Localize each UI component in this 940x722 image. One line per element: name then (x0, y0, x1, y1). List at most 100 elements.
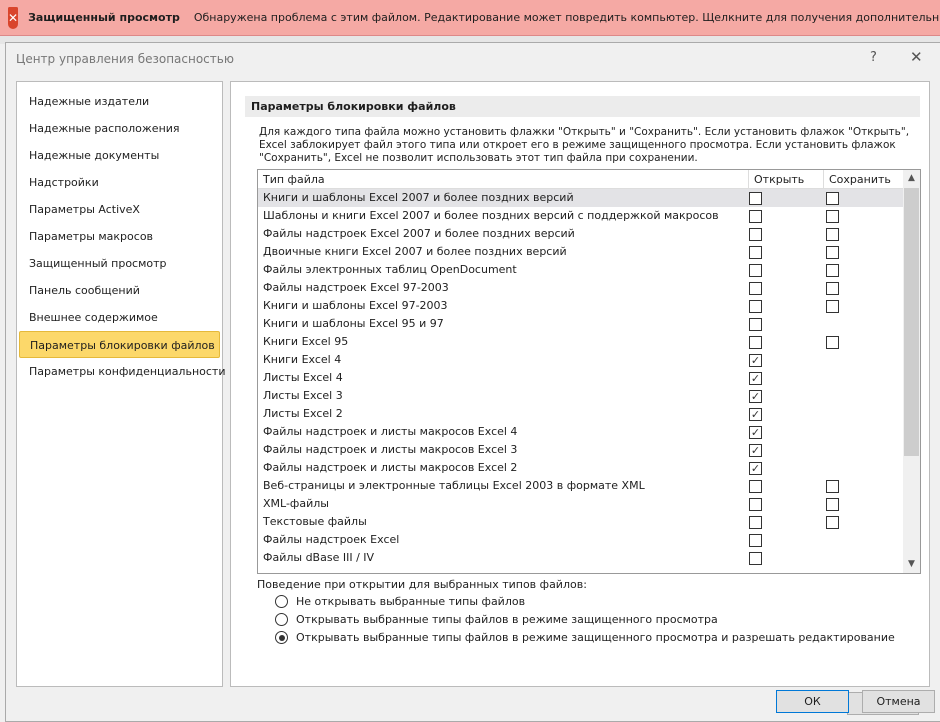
save-checkbox[interactable] (826, 264, 839, 277)
file-type-name: Файлы надстроек и листы макросов Excel 2 (263, 461, 518, 474)
radio-label: Открывать выбранные типы файлов в режиме… (296, 613, 718, 626)
sidebar-item[interactable]: Параметры конфиденциальности (19, 358, 225, 385)
table-header: Тип файла Открыть Сохранить (258, 170, 903, 189)
cancel-button[interactable]: Отмена (862, 690, 935, 713)
protected-view-banner[interactable]: ✕ Защищенный просмотр Обнаружена проблем… (0, 0, 940, 36)
file-block-table: Тип файла Открыть Сохранить Книги и шабл… (257, 169, 921, 574)
table-row[interactable]: Книги и шаблоны Excel 95 и 97 (258, 315, 903, 333)
table-row[interactable]: Листы Excel 4 ✓ (258, 369, 903, 387)
open-checkbox[interactable]: ✓ (749, 390, 762, 403)
sidebar-item[interactable]: Параметры макросов (19, 223, 220, 250)
close-button[interactable]: ✕ (910, 48, 923, 66)
sidebar-nav: Надежные издатели Надежные расположения На… (16, 81, 225, 687)
open-checkbox[interactable] (749, 534, 762, 547)
open-checkbox[interactable] (749, 210, 762, 223)
table-row[interactable]: Книги и шаблоны Excel 2007 и более поздн… (258, 189, 903, 207)
sidebar-item[interactable]: Надежные документы (19, 142, 220, 169)
table-row[interactable]: Файлы надстроек Excel 97-2003 (258, 279, 903, 297)
behavior-radio[interactable]: Не открывать выбранные типы файлов (275, 595, 525, 608)
open-checkbox[interactable] (749, 282, 762, 295)
radio-label: Не открывать выбранные типы файлов (296, 595, 526, 608)
scroll-down-icon[interactable]: ▼ (903, 556, 920, 573)
ok-button[interactable]: ОК (776, 690, 849, 713)
save-checkbox[interactable] (826, 300, 839, 313)
header-save: Сохранить (823, 170, 891, 189)
save-checkbox[interactable] (826, 210, 839, 223)
table-row[interactable]: Файлы надстроек Excel 2007 и более поздн… (258, 225, 903, 243)
open-checkbox[interactable]: ✓ (749, 426, 762, 439)
scrollbar[interactable]: ▲ ▼ (903, 170, 920, 573)
table-row[interactable]: Файлы dBase III / IV (258, 549, 903, 567)
open-checkbox[interactable] (749, 336, 762, 349)
sidebar-item[interactable]: Параметры блокировки файлов (19, 331, 220, 358)
save-checkbox[interactable] (826, 192, 839, 205)
open-checkbox[interactable] (749, 264, 762, 277)
table-row[interactable]: Файлы надстроек и листы макросов Excel 2… (258, 459, 903, 477)
header-open: Открыть (748, 170, 804, 189)
table-row[interactable]: Веб-страницы и электронные таблицы Excel… (258, 477, 903, 495)
file-type-name: Файлы dBase III / IV (263, 551, 375, 564)
open-checkbox[interactable] (749, 552, 762, 565)
behavior-radio[interactable]: Открывать выбранные типы файлов в режиме… (275, 631, 895, 644)
table-row[interactable]: Книги Excel 4 ✓ (258, 351, 903, 369)
save-checkbox[interactable] (826, 228, 839, 241)
sidebar-item[interactable]: Параметры ActiveX (19, 196, 220, 223)
open-checkbox[interactable]: ✓ (749, 462, 762, 475)
table-row[interactable]: Файлы электронных таблиц OpenDocument (258, 261, 903, 279)
sidebar-item[interactable]: Надежные издатели (19, 88, 220, 115)
save-checkbox[interactable] (826, 498, 839, 511)
table-row[interactable]: Листы Excel 3 ✓ (258, 387, 903, 405)
sidebar-item[interactable]: Надстройки (19, 169, 220, 196)
sidebar-item[interactable]: Внешнее содержимое (19, 304, 220, 331)
table-row[interactable]: Двоичные книги Excel 2007 и более поздни… (258, 243, 903, 261)
file-type-name: Файлы надстроек Excel (263, 533, 400, 546)
open-checkbox[interactable] (749, 192, 762, 205)
table-row[interactable]: Книги Excel 95 (258, 333, 903, 351)
table-row[interactable]: Текстовые файлы (258, 513, 903, 531)
file-type-name: Листы Excel 3 (263, 389, 343, 402)
file-type-name: Файлы надстроек Excel 97-2003 (263, 281, 449, 294)
description: Для каждого типа файла можно установить … (259, 126, 910, 164)
radio-icon[interactable] (275, 613, 288, 626)
table-row[interactable]: XML-файлы (258, 495, 903, 513)
file-type-name: Файлы надстроек и листы макросов Excel 3 (263, 443, 518, 456)
radio-icon[interactable] (275, 631, 288, 644)
save-checkbox[interactable] (826, 480, 839, 493)
save-checkbox[interactable] (826, 336, 839, 349)
open-checkbox[interactable] (749, 480, 762, 493)
table-row[interactable]: Файлы надстроек и листы макросов Excel 4… (258, 423, 903, 441)
table-row[interactable]: Файлы надстроек Excel (258, 531, 903, 549)
open-checkbox[interactable]: ✓ (749, 408, 762, 421)
scroll-up-icon[interactable]: ▲ (903, 170, 920, 187)
file-type-name: Шаблоны и книги Excel 2007 и более поздн… (263, 209, 719, 222)
shield-error-icon: ✕ (8, 6, 19, 29)
help-button[interactable]: ? (870, 50, 877, 65)
table-row[interactable]: Книги и шаблоны Excel 97-2003 (258, 297, 903, 315)
scroll-thumb[interactable] (904, 188, 919, 456)
open-checkbox[interactable] (749, 300, 762, 313)
open-checkbox[interactable]: ✓ (749, 372, 762, 385)
behavior-radio[interactable]: Открывать выбранные типы файлов в режиме… (275, 613, 718, 626)
sidebar-item[interactable]: Защищенный просмотр (19, 250, 220, 277)
banner-message[interactable]: Обнаружена проблема с этим файлом. Редак… (194, 11, 940, 24)
save-checkbox[interactable] (826, 246, 839, 259)
open-checkbox[interactable]: ✓ (749, 444, 762, 457)
save-checkbox[interactable] (826, 516, 839, 529)
open-checkbox[interactable]: ✓ (749, 354, 762, 367)
sidebar-item[interactable]: Надежные расположения (19, 115, 220, 142)
file-type-name: Книги Excel 4 (263, 353, 342, 366)
table-row[interactable]: Файлы надстроек и листы макросов Excel 3… (258, 441, 903, 459)
open-checkbox[interactable] (749, 318, 762, 331)
table-row[interactable]: Шаблоны и книги Excel 2007 и более поздн… (258, 207, 903, 225)
table-row[interactable]: Листы Excel 2 ✓ (258, 405, 903, 423)
file-type-name: Файлы электронных таблиц OpenDocument (263, 263, 517, 276)
radio-icon[interactable] (275, 595, 288, 608)
open-checkbox[interactable] (749, 498, 762, 511)
open-checkbox[interactable] (749, 228, 762, 241)
open-checkbox[interactable] (749, 516, 762, 529)
trust-center-dialog: Центр управления безопасностью ? ✕ Надеж… (5, 42, 940, 722)
save-checkbox[interactable] (826, 282, 839, 295)
open-checkbox[interactable] (749, 246, 762, 259)
file-type-name: XML-файлы (263, 497, 329, 510)
sidebar-item[interactable]: Панель сообщений (19, 277, 220, 304)
